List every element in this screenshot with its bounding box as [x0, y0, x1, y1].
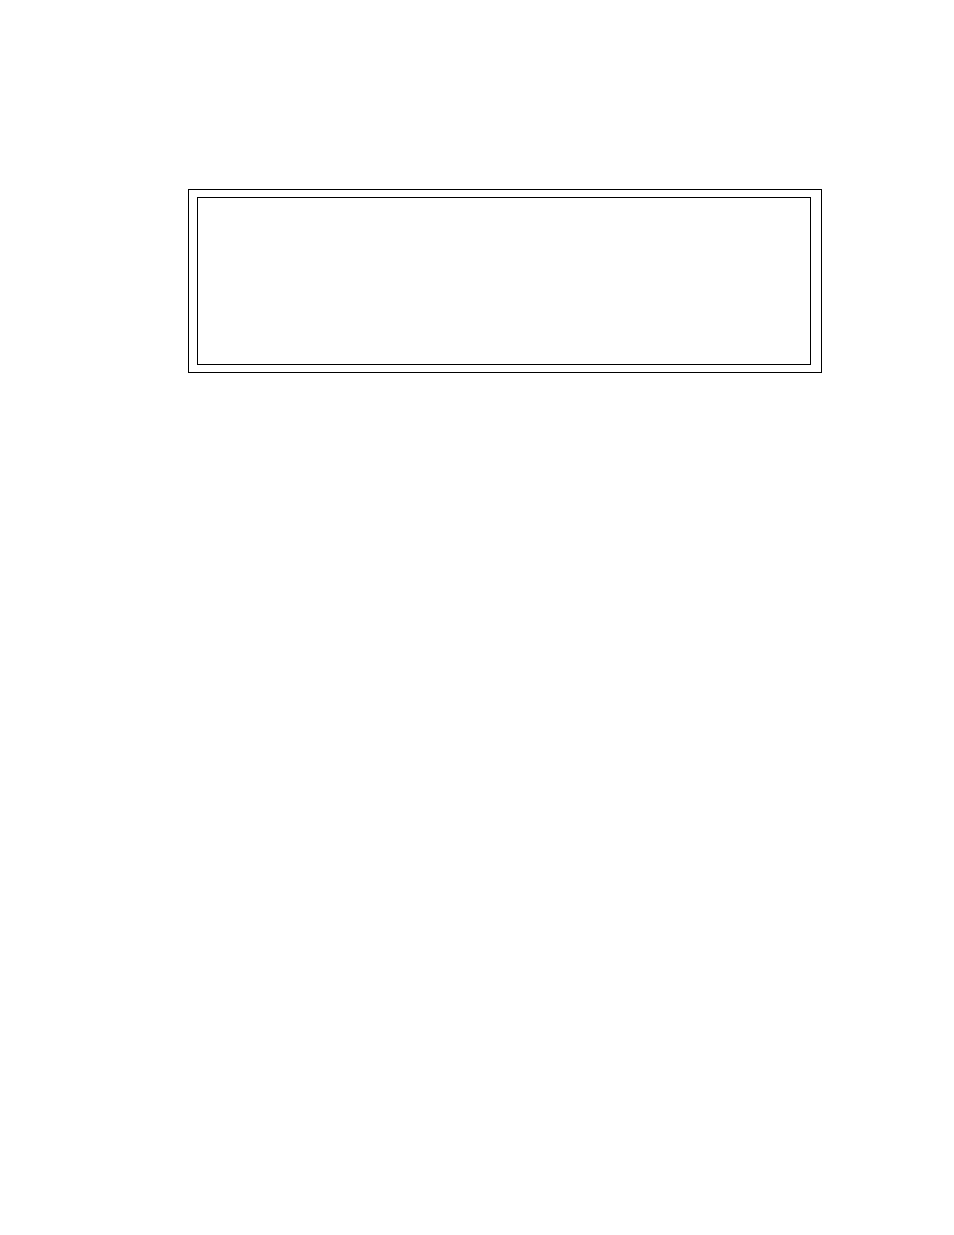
inner-frame: [197, 197, 811, 365]
